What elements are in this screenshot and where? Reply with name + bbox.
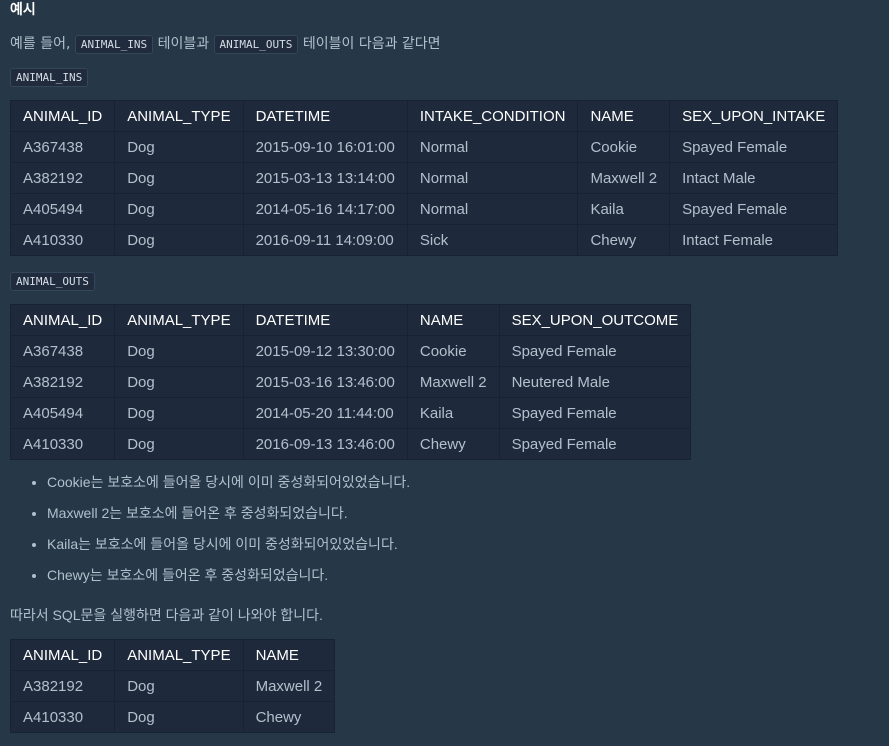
table-cell: Dog bbox=[114, 366, 244, 398]
table-cell: Spayed Female bbox=[498, 335, 692, 367]
table-row: A410330 Dog 2016-09-13 13:46:00 Chewy Sp… bbox=[9, 428, 692, 460]
table-cell: Kaila bbox=[406, 397, 500, 429]
column-header: NAME bbox=[242, 639, 336, 671]
table-cell: Spayed Female bbox=[669, 193, 839, 225]
table-cell: Maxwell 2 bbox=[242, 670, 336, 702]
outs-table-label: ANIMAL_OUTS bbox=[10, 272, 95, 291]
table-cell: A410330 bbox=[9, 224, 116, 256]
column-header: NAME bbox=[577, 100, 671, 132]
table-cell: A382192 bbox=[9, 162, 116, 194]
column-header: SEX_UPON_INTAKE bbox=[669, 100, 839, 132]
table-row: A382192 Dog 2015-03-16 13:46:00 Maxwell … bbox=[9, 366, 692, 398]
table-cell: 2014-05-16 14:17:00 bbox=[242, 193, 408, 225]
table-header-row: ANIMAL_ID ANIMAL_TYPE NAME bbox=[9, 639, 336, 671]
table-row: A405494 Dog 2014-05-16 14:17:00 Normal K… bbox=[9, 193, 839, 225]
table-cell: Sick bbox=[406, 224, 579, 256]
intro-text-after: 테이블이 다음과 같다면 bbox=[302, 36, 441, 52]
table-cell: Maxwell 2 bbox=[406, 366, 500, 398]
notes-list: Cookie는 보호소에 들어올 당시에 이미 중성화되어있었습니다. Maxw… bbox=[10, 467, 880, 591]
table-cell: 2015-09-10 16:01:00 bbox=[242, 131, 408, 163]
intro-text-middle: 테이블과 bbox=[157, 36, 210, 52]
column-header: NAME bbox=[406, 304, 500, 336]
table-cell: A410330 bbox=[9, 701, 116, 733]
table-cell: Intact Male bbox=[669, 162, 839, 194]
table-cell: 2016-09-11 14:09:00 bbox=[242, 224, 408, 256]
result-intro-paragraph: 따라서 SQL문을 실행하면 다음과 같이 나와야 합니다. bbox=[10, 607, 323, 623]
table-cell: Chewy bbox=[577, 224, 671, 256]
column-header: ANIMAL_TYPE bbox=[114, 100, 244, 132]
table-cell: Normal bbox=[406, 162, 579, 194]
table-cell: Maxwell 2 bbox=[577, 162, 671, 194]
animal-outs-table: ANIMAL_ID ANIMAL_TYPE DATETIME NAME SEX_… bbox=[9, 304, 692, 460]
table-header-row: ANIMAL_ID ANIMAL_TYPE DATETIME NAME SEX_… bbox=[9, 304, 692, 336]
table-cell: Spayed Female bbox=[669, 131, 839, 163]
table-cell: A367438 bbox=[9, 131, 116, 163]
column-header: DATETIME bbox=[242, 100, 408, 132]
column-header: INTAKE_CONDITION bbox=[406, 100, 579, 132]
table-row: A410330 Dog Chewy bbox=[9, 701, 336, 733]
table-cell: A405494 bbox=[9, 397, 116, 429]
table-cell: 2015-09-12 13:30:00 bbox=[242, 335, 408, 367]
outs-table-label-block: ANIMAL_OUTS bbox=[10, 272, 880, 294]
table-cell: Dog bbox=[114, 224, 244, 256]
column-header: ANIMAL_ID bbox=[9, 100, 116, 132]
table-row: A367438 Dog 2015-09-12 13:30:00 Cookie S… bbox=[9, 335, 692, 367]
table-cell: Dog bbox=[114, 335, 244, 367]
intro-paragraph: 예를 들어, ANIMAL_INS 테이블과 ANIMAL_OUTS 테이블이 … bbox=[10, 33, 880, 55]
list-item: Cookie는 보호소에 들어올 당시에 이미 중성화되어있었습니다. bbox=[47, 467, 880, 498]
animal-ins-table: ANIMAL_ID ANIMAL_TYPE DATETIME INTAKE_CO… bbox=[9, 100, 839, 256]
table-cell: Cookie bbox=[406, 335, 500, 367]
column-header: ANIMAL_TYPE bbox=[114, 639, 244, 671]
table-cell: A382192 bbox=[9, 366, 116, 398]
table-row: A382192 Dog Maxwell 2 bbox=[9, 670, 336, 702]
ins-table-label: ANIMAL_INS bbox=[10, 68, 89, 87]
table-cell: Spayed Female bbox=[498, 428, 692, 460]
table-row: A367438 Dog 2015-09-10 16:01:00 Normal C… bbox=[9, 131, 839, 163]
column-header: ANIMAL_ID bbox=[9, 639, 116, 671]
table-cell: A367438 bbox=[9, 335, 116, 367]
column-header: ANIMAL_ID bbox=[9, 304, 116, 336]
table-header-row: ANIMAL_ID ANIMAL_TYPE DATETIME INTAKE_CO… bbox=[9, 100, 839, 132]
table-cell: 2016-09-13 13:46:00 bbox=[242, 428, 408, 460]
table-cell: Chewy bbox=[242, 701, 336, 733]
table-cell: 2014-05-20 11:44:00 bbox=[242, 397, 408, 429]
inline-code-animal-ins: ANIMAL_INS bbox=[74, 35, 154, 54]
table-cell: Chewy bbox=[406, 428, 500, 460]
table-row: A405494 Dog 2014-05-20 11:44:00 Kaila Sp… bbox=[9, 397, 692, 429]
table-cell: Spayed Female bbox=[498, 397, 692, 429]
table-cell: A405494 bbox=[9, 193, 116, 225]
column-header: ANIMAL_TYPE bbox=[114, 304, 244, 336]
problem-example-section: 예시 예를 들어, ANIMAL_INS 테이블과 ANIMAL_OUTS 테이… bbox=[9, 0, 880, 733]
section-title: 예시 bbox=[10, 2, 36, 18]
intro-text-before: 예를 들어, bbox=[10, 36, 71, 52]
table-cell: Dog bbox=[114, 193, 244, 225]
table-cell: Dog bbox=[114, 162, 244, 194]
table-row: A382192 Dog 2015-03-13 13:14:00 Normal M… bbox=[9, 162, 839, 194]
ins-table-label-block: ANIMAL_INS bbox=[10, 68, 880, 90]
table-cell: A410330 bbox=[9, 428, 116, 460]
table-cell: 2015-03-16 13:46:00 bbox=[242, 366, 408, 398]
table-row: A410330 Dog 2016-09-11 14:09:00 Sick Che… bbox=[9, 224, 839, 256]
column-header: DATETIME bbox=[242, 304, 408, 336]
column-header: SEX_UPON_OUTCOME bbox=[498, 304, 692, 336]
list-item: Kaila는 보호소에 들어올 당시에 이미 중성화되어있었습니다. bbox=[47, 529, 880, 560]
table-cell: Dog bbox=[114, 701, 244, 733]
inline-code-animal-outs: ANIMAL_OUTS bbox=[213, 35, 299, 54]
table-cell: Dog bbox=[114, 670, 244, 702]
table-cell: Dog bbox=[114, 428, 244, 460]
list-item: Maxwell 2는 보호소에 들어온 후 중성화되었습니다. bbox=[47, 498, 880, 529]
table-cell: Cookie bbox=[577, 131, 671, 163]
table-cell: A382192 bbox=[9, 670, 116, 702]
list-item: Chewy는 보호소에 들어온 후 중성화되었습니다. bbox=[47, 560, 880, 591]
result-table: ANIMAL_ID ANIMAL_TYPE NAME A382192 Dog M… bbox=[9, 639, 336, 733]
table-cell: Kaila bbox=[577, 193, 671, 225]
table-cell: Dog bbox=[114, 131, 244, 163]
table-cell: Normal bbox=[406, 193, 579, 225]
table-cell: Neutered Male bbox=[498, 366, 692, 398]
table-cell: Intact Female bbox=[669, 224, 839, 256]
table-cell: Normal bbox=[406, 131, 579, 163]
table-cell: Dog bbox=[114, 397, 244, 429]
table-cell: 2015-03-13 13:14:00 bbox=[242, 162, 408, 194]
